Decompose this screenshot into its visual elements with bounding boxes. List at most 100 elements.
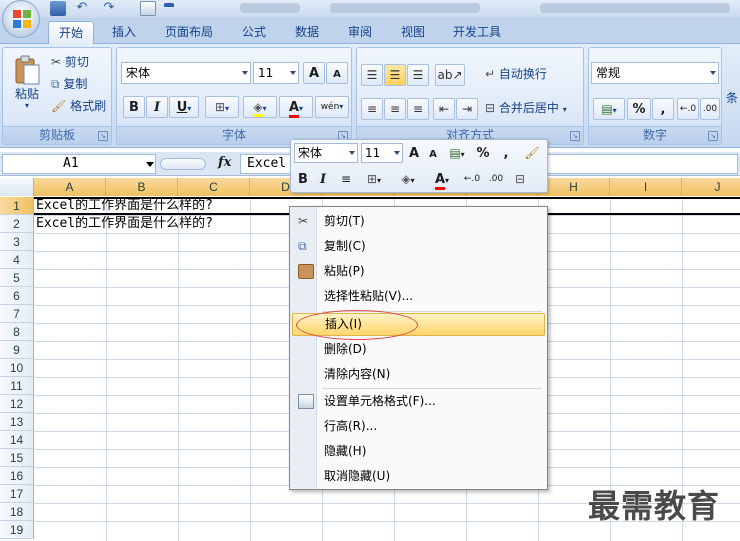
mini-italic-button[interactable]: I [314, 169, 332, 189]
menu-item-paste[interactable]: 粘贴(P) [292, 260, 545, 283]
paste-button[interactable]: 粘贴 ▾ [7, 52, 47, 122]
percent-style-button[interactable]: % [627, 98, 651, 120]
tab-developer[interactable]: 开发工具 [443, 21, 511, 44]
increase-indent-button[interactable]: ⇥ [456, 98, 478, 120]
column-header-b[interactable]: B [106, 178, 178, 196]
row-header[interactable]: 11 [0, 377, 34, 395]
orientation-button[interactable]: ab↗ [435, 64, 465, 86]
font-color-button[interactable]: A▾ [279, 96, 313, 118]
name-box[interactable]: A1 [2, 154, 156, 174]
mini-fill-color-button[interactable]: ◈▾ [393, 169, 423, 189]
row-header[interactable]: 18 [0, 503, 34, 521]
decrease-indent-button[interactable]: ⇤ [433, 98, 455, 120]
row-header[interactable]: 3 [0, 233, 34, 251]
tab-page-layout[interactable]: 页面布局 [155, 21, 223, 44]
menu-item-clear-contents[interactable]: 清除内容(N) [292, 363, 545, 386]
font-name-combo[interactable]: 宋体 [121, 62, 251, 84]
row-header[interactable]: 8 [0, 323, 34, 341]
row-header[interactable]: 10 [0, 359, 34, 377]
font-size-combo[interactable]: 11 [253, 62, 299, 84]
cut-button[interactable]: ✂ 剪切 [51, 52, 111, 74]
menu-item-cut[interactable]: ✂ 剪切(T) [292, 210, 545, 233]
column-header-c[interactable]: C [178, 178, 250, 196]
shrink-font-button[interactable]: A [326, 62, 348, 84]
mini-shrink-font-button[interactable]: A [425, 143, 441, 163]
row-header[interactable]: 5 [0, 269, 34, 287]
column-header-i[interactable]: I [610, 178, 682, 196]
column-header-a[interactable]: A [34, 178, 106, 196]
select-all-corner[interactable] [0, 178, 34, 196]
menu-item-copy[interactable]: ⧉ 复制(C) [292, 235, 545, 258]
bold-button[interactable]: B [123, 96, 145, 118]
cell-a2[interactable]: Excel的工作界面是什么样的? [36, 215, 213, 233]
decrease-decimal-button[interactable]: .00 [700, 98, 720, 120]
menu-item-delete[interactable]: 删除(D) [292, 338, 545, 361]
row-header[interactable]: 17 [0, 485, 34, 503]
align-top-button[interactable]: ☰ [361, 64, 383, 86]
increase-decimal-button[interactable]: ←.0 [677, 98, 699, 120]
mini-format-painter-button[interactable]: 🖌 [521, 143, 543, 163]
mini-increase-decimal-button[interactable]: ←.0 [461, 169, 483, 189]
merge-center-button[interactable]: ⊟ 合并后居中 ▾ [485, 98, 583, 120]
dialog-launcher-icon[interactable]: ↘ [708, 131, 718, 141]
insert-function-icon[interactable]: fx [218, 155, 231, 170]
align-bottom-button[interactable]: ☰ [407, 64, 429, 86]
mini-font-size-combo[interactable]: 11 [361, 143, 403, 163]
align-right-button[interactable]: ≡ [407, 98, 429, 120]
tab-formulas[interactable]: 公式 [232, 21, 276, 44]
tab-review[interactable]: 审阅 [338, 21, 382, 44]
mini-percent-button[interactable]: % [473, 143, 493, 163]
underline-button[interactable]: U▾ [169, 96, 199, 118]
borders-button[interactable]: ⊞▾ [205, 96, 239, 118]
fill-color-button[interactable]: ◈▾ [243, 96, 277, 118]
align-middle-button[interactable]: ☰ [384, 64, 406, 86]
cell-a1[interactable]: Excel的工作界面是什么样的? [36, 197, 213, 215]
mini-accounting-button[interactable]: ▤▾ [443, 143, 471, 163]
dialog-launcher-icon[interactable]: ↘ [570, 131, 580, 141]
copy-button[interactable]: ⧉ 复制 [51, 74, 111, 96]
column-header-j[interactable]: J [682, 178, 740, 196]
office-button[interactable] [2, 0, 40, 38]
mini-grow-font-button[interactable]: A [405, 143, 423, 163]
menu-item-paste-special[interactable]: 选择性粘贴(V)... [292, 285, 545, 308]
accounting-format-button[interactable]: ▤▾ [593, 98, 625, 120]
save-icon[interactable] [50, 1, 66, 16]
wrap-text-button[interactable]: ↵ 自动换行 [485, 64, 581, 86]
mini-comma-button[interactable]: , [497, 143, 515, 163]
row-header[interactable]: 14 [0, 431, 34, 449]
print-preview-icon[interactable] [140, 1, 156, 16]
row-header[interactable]: 16 [0, 467, 34, 485]
row-header[interactable]: 2 [0, 215, 34, 233]
tab-home[interactable]: 开始 [48, 21, 95, 44]
column-header-h[interactable]: H [538, 178, 610, 196]
tab-view[interactable]: 视图 [391, 21, 435, 44]
dialog-launcher-icon[interactable]: ↘ [98, 131, 108, 141]
undo-icon[interactable]: ↶ [74, 1, 90, 16]
row-header[interactable]: 19 [0, 521, 34, 539]
row-header[interactable]: 6 [0, 287, 34, 305]
formula-bar-splitter[interactable] [160, 158, 206, 170]
align-left-button[interactable]: ≡ [361, 98, 383, 120]
row-header[interactable]: 7 [0, 305, 34, 323]
conditional-format-button[interactable]: 条 [726, 88, 740, 110]
tab-data[interactable]: 数据 [285, 21, 329, 44]
phonetic-button[interactable]: wén▾ [315, 96, 349, 118]
mini-bold-button[interactable]: B [294, 169, 312, 189]
tab-insert[interactable]: 插入 [102, 21, 146, 44]
menu-item-format-cells[interactable]: 设置单元格格式(F)... [292, 390, 545, 413]
redo-icon[interactable]: ↷ [101, 1, 117, 16]
menu-item-row-height[interactable]: 行高(R)... [292, 415, 545, 438]
format-painter-button[interactable]: 🖌 格式刷 [51, 96, 111, 118]
row-header[interactable]: 15 [0, 449, 34, 467]
align-center-button[interactable]: ≡ [384, 98, 406, 120]
mini-font-name-combo[interactable]: 宋体 [294, 143, 358, 163]
comma-style-button[interactable]: , [652, 98, 674, 120]
row-header[interactable]: 1 [0, 197, 34, 215]
chevron-down-icon[interactable] [146, 162, 154, 167]
customize-qat-icon[interactable] [164, 3, 174, 13]
row-header[interactable]: 12 [0, 395, 34, 413]
mini-merge-button[interactable]: ⊟ [509, 169, 531, 189]
mini-borders-button[interactable]: ⊞▾ [359, 169, 389, 189]
row-header[interactable]: 4 [0, 251, 34, 269]
mini-center-button[interactable]: ≡ [336, 169, 356, 189]
